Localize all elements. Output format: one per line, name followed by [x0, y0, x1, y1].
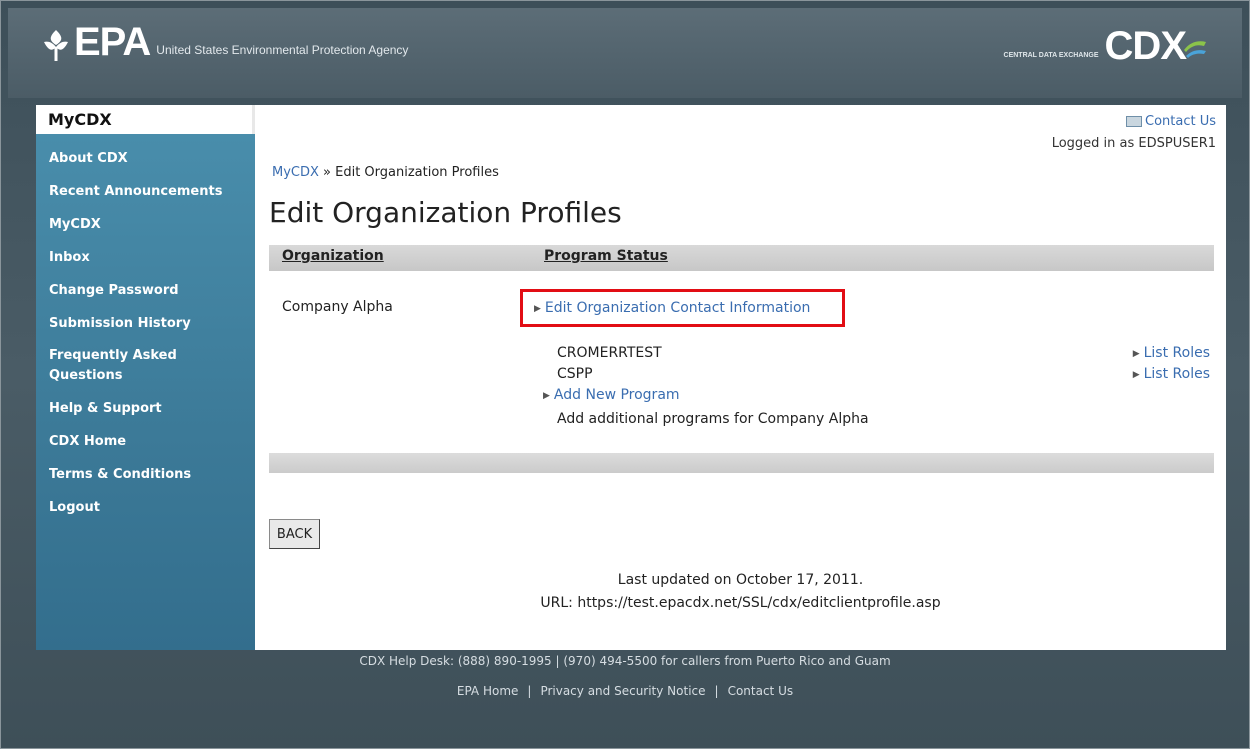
main-content: Contact Us Logged in as EDSPUSER1 MyCDX …: [255, 105, 1226, 650]
sidebar-item-cdx-home[interactable]: CDX Home: [36, 425, 255, 458]
sidebar-item-about-cdx[interactable]: About CDX: [36, 142, 255, 175]
list-roles-label: List Roles: [1143, 366, 1210, 382]
table-footer: [269, 453, 1214, 473]
sidebar-item-mycdx[interactable]: MyCDX: [36, 208, 255, 241]
site-header: EPA United States Environmental Protecti…: [8, 8, 1242, 98]
contact-us-link[interactable]: Contact Us: [1126, 114, 1216, 129]
triangle-right-icon: ▶: [1132, 349, 1140, 359]
sidebar-item-help-support[interactable]: Help & Support: [36, 392, 255, 425]
sidebar-item-inbox[interactable]: Inbox: [36, 241, 255, 274]
footer-link-epa-home[interactable]: EPA Home: [457, 684, 519, 698]
triangle-right-icon: ▶: [534, 304, 541, 314]
program-name: CROMERRTEST: [557, 345, 662, 361]
breadcrumb: MyCDX » Edit Organization Profiles: [272, 165, 499, 180]
cdx-logo[interactable]: CENTRAL DATA EXCHANGE CDX: [1004, 26, 1208, 66]
footer-link-contact-us[interactable]: Contact Us: [728, 684, 794, 698]
agency-name: United States Environmental Protection A…: [156, 43, 409, 57]
breadcrumb-separator: »: [318, 165, 336, 180]
epa-flower-icon: [44, 30, 68, 61]
add-program-note: Add additional programs for Company Alph…: [557, 411, 869, 427]
mail-icon: [1126, 116, 1142, 127]
footer-divider: |: [527, 684, 532, 698]
sidebar-title: MyCDX: [36, 105, 255, 134]
add-new-program-label: Add New Program: [553, 387, 680, 403]
footer-links: EPA Home | Privacy and Security Notice |…: [0, 684, 1250, 698]
epa-logo[interactable]: EPA United States Environmental Protecti…: [42, 22, 408, 62]
breadcrumb-current: Edit Organization Profiles: [335, 165, 499, 180]
contact-us-label: Contact Us: [1145, 114, 1216, 129]
triangle-right-icon: ▶: [1132, 370, 1140, 380]
page-url: URL: https://test.epacdx.net/SSL/cdx/edi…: [540, 595, 941, 611]
table-header: Organization Program Status: [269, 245, 1214, 271]
add-new-program-link[interactable]: ▶ Add New Program: [543, 387, 680, 403]
sidebar-item-change-password[interactable]: Change Password: [36, 274, 255, 307]
footer-divider: |: [714, 684, 719, 698]
list-roles-label: List Roles: [1143, 345, 1210, 361]
sidebar-item-faq[interactable]: Frequently Asked Questions: [36, 340, 255, 392]
sidebar-item-terms-conditions[interactable]: Terms & Conditions: [36, 458, 255, 491]
list-roles-link[interactable]: ▶ List Roles: [1133, 345, 1210, 361]
helpdesk-info: CDX Help Desk: (888) 890-1995 | (970) 49…: [359, 654, 891, 668]
last-updated: Last updated on October 17, 2011.: [617, 572, 864, 588]
breadcrumb-home-link[interactable]: MyCDX: [272, 165, 319, 180]
list-roles-link[interactable]: ▶ List Roles: [1133, 366, 1210, 382]
page-title: Edit Organization Profiles: [269, 196, 622, 229]
edit-organization-contact-link[interactable]: ▶ Edit Organization Contact Information: [520, 289, 845, 327]
sidebar-item-submission-history[interactable]: Submission History: [36, 307, 255, 340]
cdx-wordmark: CDX: [1104, 24, 1187, 68]
program-name: CSPP: [557, 366, 593, 382]
sidebar-item-recent-announcements[interactable]: Recent Announcements: [36, 175, 255, 208]
back-button[interactable]: BACK: [269, 519, 320, 549]
sidebar-nav: MyCDX About CDX Recent Announcements MyC…: [36, 105, 255, 650]
column-header-program-status: Program Status: [544, 248, 668, 264]
organization-name: Company Alpha: [282, 299, 393, 315]
footer-link-privacy[interactable]: Privacy and Security Notice: [540, 684, 705, 698]
cdx-subtitle: CENTRAL DATA EXCHANGE: [1003, 51, 1099, 59]
edit-organization-contact-label: Edit Organization Contact Information: [544, 300, 811, 316]
epa-wordmark: EPA: [74, 20, 151, 64]
logged-in-status: Logged in as EDSPUSER1: [1051, 136, 1216, 151]
cdx-swoosh-icon: [1184, 41, 1206, 58]
column-header-organization: Organization: [282, 248, 384, 264]
sidebar-item-logout[interactable]: Logout: [36, 491, 255, 524]
triangle-right-icon: ▶: [543, 391, 550, 401]
